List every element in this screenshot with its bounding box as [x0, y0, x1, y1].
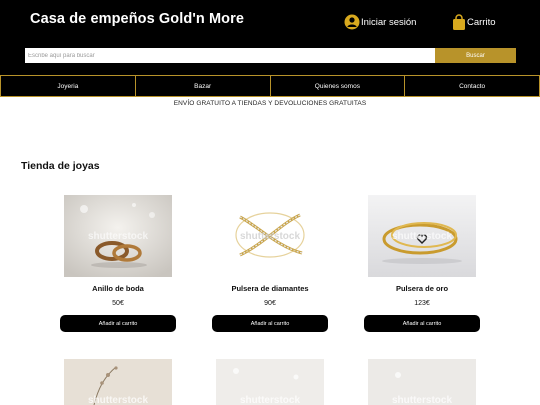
product-image[interactable]: shutterstock — [368, 359, 476, 405]
svg-text:shutterstock: shutterstock — [88, 395, 148, 405]
login-label: Iniciar sesión — [361, 16, 417, 28]
product-price: 50€ — [112, 300, 124, 307]
search-button[interactable]: Buscar — [435, 48, 516, 63]
svg-text:shutterstock: shutterstock — [240, 231, 300, 242]
product-price: 90€ — [264, 300, 276, 307]
svg-text:shutterstock: shutterstock — [392, 231, 452, 242]
cart-label: Carrito — [467, 17, 496, 28]
add-to-cart-button[interactable]: Añadir al carrito — [364, 315, 480, 332]
main-nav: Joyeria Bazar Quienes somos Contacto — [0, 75, 540, 97]
product-name: Pulsera de diamantes — [231, 284, 309, 293]
brand-title: Casa de empeños Gold'n More — [30, 11, 245, 27]
nav-item-contacto[interactable]: Contacto — [405, 75, 540, 97]
product-image-diamond-bracelet[interactable]: shutterstock — [216, 195, 324, 277]
cart-link[interactable]: Carrito — [452, 14, 496, 31]
product-name: Anillo de boda — [92, 284, 144, 293]
product-image[interactable]: shutterstock — [216, 359, 324, 405]
nav-item-joyeria[interactable]: Joyeria — [0, 75, 136, 97]
product-image-gold-bracelet[interactable]: shutterstock — [368, 195, 476, 277]
header: Casa de empeños Gold'n More Iniciar sesi… — [0, 0, 540, 75]
nav-item-quienes-somos[interactable]: Quienes somos — [270, 75, 406, 97]
product-price: 123€ — [414, 300, 430, 307]
search-input[interactable] — [25, 48, 435, 63]
svg-text:shutterstock: shutterstock — [392, 395, 452, 405]
add-to-cart-button[interactable]: Añadir al carrito — [212, 315, 328, 332]
shopping-bag-icon — [452, 14, 466, 31]
login-link[interactable]: Iniciar sesión — [344, 14, 416, 30]
section-title: Tienda de joyas — [21, 160, 100, 172]
product-image[interactable]: shutterstock — [64, 359, 172, 405]
product-image-wedding-rings[interactable]: shutterstock — [64, 195, 172, 277]
nav-item-bazar[interactable]: Bazar — [135, 75, 271, 97]
add-to-cart-button[interactable]: Añadir al carrito — [60, 315, 176, 332]
svg-text:shutterstock: shutterstock — [240, 395, 300, 405]
promo-banner: ENVÍO GRATUITO A TIENDAS Y DEVOLUCIONES … — [173, 100, 367, 107]
user-icon — [344, 14, 360, 30]
svg-text:shutterstock: shutterstock — [88, 231, 148, 242]
product-name: Pulsera de oro — [395, 284, 449, 293]
